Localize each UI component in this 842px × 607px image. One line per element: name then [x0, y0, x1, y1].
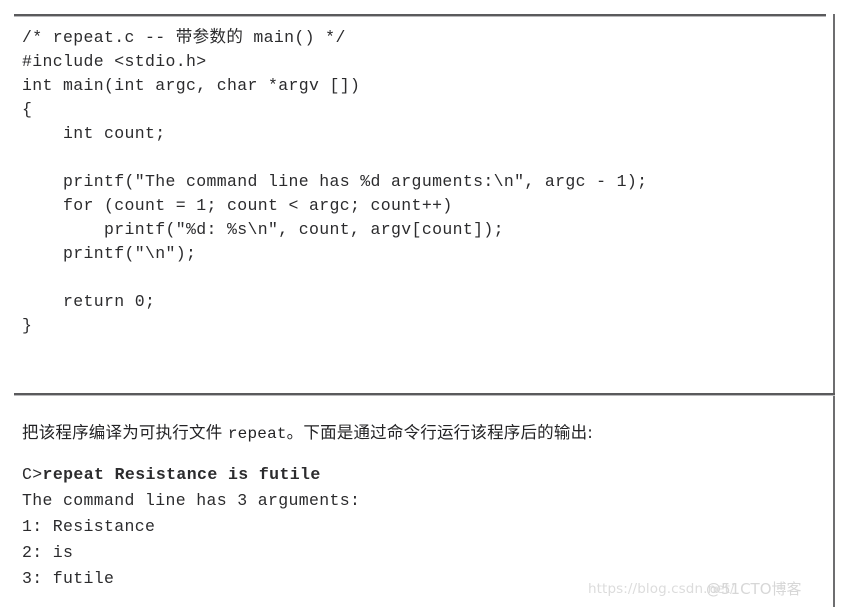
terminal-output-line: 2: is	[22, 543, 74, 562]
code-line: printf("%d: %s\n", count, argv[count]);	[22, 220, 504, 239]
terminal-command: repeat Resistance is futile	[42, 465, 321, 484]
code-line: printf("\n");	[22, 244, 197, 263]
terminal-output-line: The command line has 3 arguments:	[22, 491, 361, 510]
document-page: /* repeat.c -- 带参数的 main() */ #include <…	[0, 0, 842, 607]
code-listing: /* repeat.c -- 带参数的 main() */ #include <…	[22, 26, 812, 338]
code-line: #include <stdio.h>	[22, 52, 207, 71]
terminal-transcript: C>repeat Resistance is futile The comman…	[22, 462, 812, 592]
code-line: for (count = 1; count < argc; count++)	[22, 196, 453, 215]
code-line: int count;	[22, 124, 166, 143]
right-border-rule	[833, 14, 835, 607]
terminal-command-line: C>repeat Resistance is futile	[22, 462, 812, 488]
terminal-output-line: 1: Resistance	[22, 517, 156, 536]
code-line: /* repeat.c -- 带参数的 main() */	[22, 28, 346, 47]
code-line: return 0;	[22, 292, 156, 311]
top-divider-rule	[14, 14, 826, 17]
code-line: int main(int argc, char *argv [])	[22, 76, 361, 95]
terminal-prompt: C>	[22, 465, 43, 484]
section-divider-rule	[14, 393, 835, 396]
code-line: {	[22, 100, 33, 119]
code-line: }	[22, 316, 33, 335]
terminal-output-line: 3: futile	[22, 569, 115, 588]
prose-filename: repeat	[227, 425, 287, 443]
explanatory-paragraph: 把该程序编译为可执行文件 repeat。下面是通过命令行运行该程序后的输出:	[22, 420, 822, 447]
prose-text-before: 把该程序编译为可执行文件	[22, 423, 228, 442]
prose-text-after: 。下面是通过命令行运行该程序后的输出:	[286, 423, 594, 442]
code-line: printf("The command line has %d argument…	[22, 172, 648, 191]
